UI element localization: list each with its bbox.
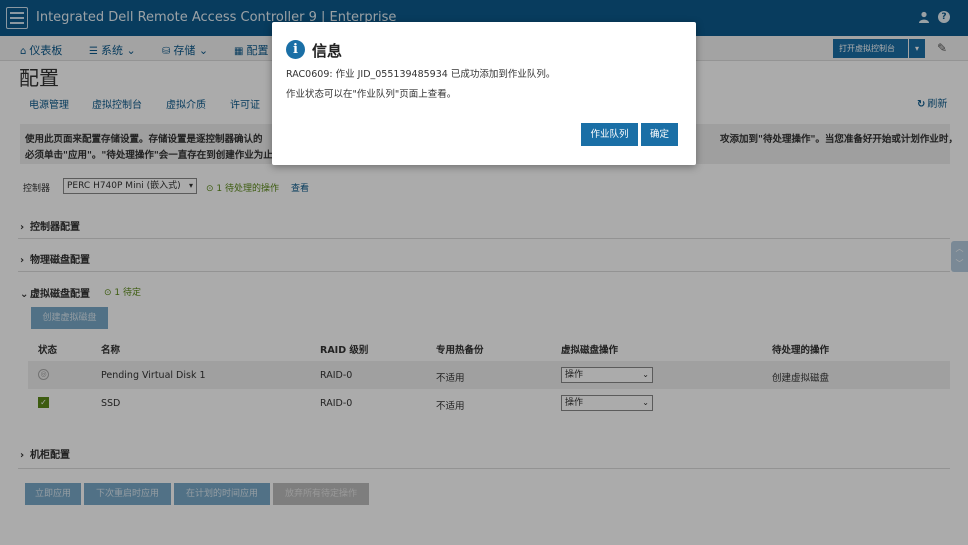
info-icon: i — [286, 40, 305, 59]
dialog-message-1: RAC0609: 作业 JID_055139485934 已成功添加到作业队列。 — [286, 69, 556, 80]
ok-button[interactable]: 确定 — [641, 123, 678, 146]
dialog-message-2: 作业状态可以在"作业队列"页面上查看。 — [286, 89, 457, 100]
job-queue-button[interactable]: 作业队列 — [581, 123, 638, 146]
info-dialog: i 信息 RAC0609: 作业 JID_055139485934 已成功添加到… — [272, 22, 696, 165]
dialog-title: 信息 — [312, 42, 343, 60]
